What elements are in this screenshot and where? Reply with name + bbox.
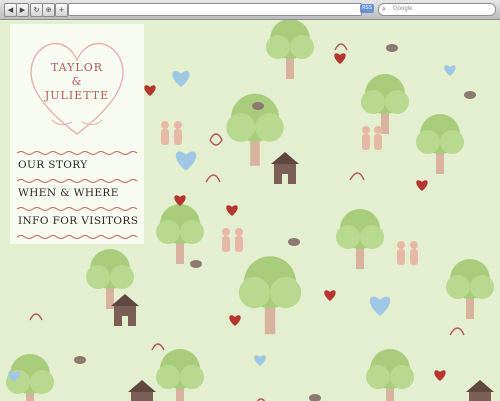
menu-divider [17, 179, 138, 183]
nav-link-info-for-visitors[interactable]: INFO FOR VISITORS [18, 215, 146, 227]
site-nav-panel: TAYLOR & JULIETTE OUR STORY WHEN & WHERE… [10, 24, 144, 244]
logo-name-taylor: TAYLOR [50, 61, 104, 74]
address-bar[interactable] [68, 3, 362, 16]
logo-name-juliette: JULIETTE [44, 89, 110, 102]
search-placeholder: Google [393, 6, 413, 12]
nav-link-when-where[interactable]: WHEN & WHERE [18, 187, 146, 199]
add-bookmark-icon[interactable]: ⊕ [42, 3, 55, 17]
search-icon: ⌕ [382, 6, 386, 13]
menu-divider [17, 151, 138, 155]
forward-icon[interactable]: ▶ [16, 3, 29, 17]
search-input[interactable]: ⌕ Google [378, 3, 496, 16]
nav-link-our-story[interactable]: OUR STORY [18, 159, 146, 171]
browser-toolbar: ◀ ▶ ↻ ⊕ + RSS ⌕ Google [0, 0, 500, 20]
rss-icon[interactable]: RSS [360, 4, 374, 13]
logo-ampersand: & [71, 75, 83, 88]
menu-divider [17, 235, 138, 239]
new-tab-icon[interactable]: + [55, 3, 68, 17]
menu-divider [17, 207, 138, 211]
